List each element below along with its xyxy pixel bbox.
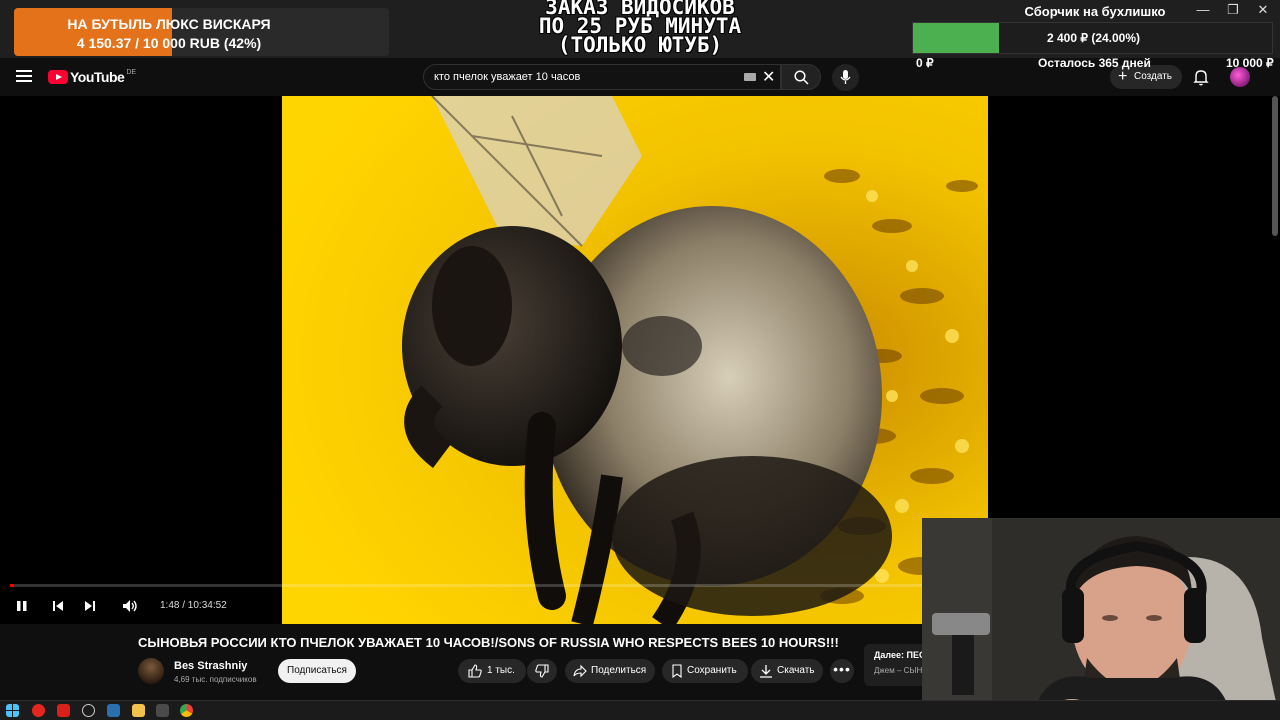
minimize-button[interactable]: — [1188,2,1218,17]
previous-icon[interactable] [48,598,68,614]
bell-icon[interactable] [1192,68,1210,86]
obs-icon[interactable] [156,704,169,717]
up-next-label: Далее: ПЕС [874,650,926,660]
donation-progress-text: 4 150.37 / 10 000 RUB (42%) [76,35,262,51]
download-button[interactable]: Скачать [751,659,823,683]
thumbs-down-icon [535,664,549,678]
channel-avatar[interactable] [138,658,164,684]
streamer-webcam [922,518,1280,720]
share-icon [573,664,587,678]
pause-icon[interactable] [12,598,32,614]
menu-icon[interactable] [16,70,32,82]
volume-icon[interactable] [120,598,140,614]
windows-taskbar [0,700,1280,720]
voice-search-button[interactable] [832,64,859,91]
subscriber-count: 4,69 тыс. подписчиков [174,675,257,684]
promo-line: (ТОЛЬКО ЮТУБ) [557,33,723,57]
fund-remaining-label: Осталось 365 дней [1038,56,1151,70]
thumbs-up-icon [468,664,482,678]
donation-title: НА БУТЫЛЬ ЛЮКС ВИСКАРЯ [67,16,271,32]
save-label: Сохранить [687,665,737,676]
download-icon [760,665,772,678]
search-button[interactable] [781,64,821,90]
search-input[interactable] [434,65,734,89]
donation-goal-widget: НА БУТЫЛЬ ЛЮКС ВИСКАРЯ 4 150.37 / 10 000… [14,8,389,56]
channel-name[interactable]: Bes Strashniy [174,660,247,672]
keyboard-icon[interactable] [744,73,756,81]
fund-min-label: 0 ₽ [916,56,934,70]
subscribe-button[interactable]: Подписаться [278,659,356,683]
chrome-icon[interactable] [180,704,193,717]
time-display: 1:48 / 10:34:52 [160,600,227,611]
account-avatar[interactable] [1230,67,1250,87]
like-count: 1 тыс. [487,665,515,676]
like-button[interactable]: 1 тыс. [458,659,526,683]
logo-text: YouTube [70,69,125,85]
fund-title: Сборчик на бухлишко [1024,4,1166,19]
clock-app-icon[interactable] [82,704,95,717]
mic-icon [840,70,851,84]
yandex-app-icon[interactable] [57,704,70,717]
share-label: Поделиться [591,665,647,676]
fund-progress-bar: 2 400 ₽ (24.00%) [912,22,1273,54]
bee-video-image [282,96,988,624]
fund-max-label: 10 000 ₽ [1226,56,1274,70]
app-icon[interactable] [107,704,120,717]
up-next-subtitle: Джем – СЫН [874,666,923,675]
bookmark-icon [672,664,682,678]
more-actions-button[interactable]: ••• [830,659,854,683]
video-title: СЫНОВЬЯ РОССИИ КТО ПЧЕЛОК УВАЖАЕТ 10 ЧАС… [138,635,839,650]
webcam-image [922,518,1280,720]
clear-icon[interactable]: ✕ [762,67,775,87]
video-progress-played [10,584,14,587]
youtube-logo[interactable]: YouTube DE [48,69,136,85]
download-label: Скачать [777,665,815,676]
region-code: DE [126,68,137,76]
video-frame[interactable] [282,96,988,624]
fund-progress-text: 2 400 ₽ (24.00%) [1046,31,1141,45]
maximize-button[interactable]: ❐ [1218,2,1248,18]
file-explorer-icon[interactable] [132,704,145,717]
dislike-button[interactable] [527,659,557,683]
search-box: ✕ [423,64,781,90]
youtube-play-icon [48,70,68,84]
save-button[interactable]: Сохранить [662,659,748,683]
next-icon[interactable] [80,598,100,614]
share-button[interactable]: Поделиться [565,659,655,683]
search-icon [794,70,809,85]
promo-overlay: ЗАКАЗ ВИДОСИКОВ ПО 25 РУБ МИНУТА (ТОЛЬКО… [490,0,790,57]
windows-start-icon[interactable] [6,704,19,717]
close-window-button[interactable]: ✕ [1248,2,1278,18]
yandex-browser-icon[interactable] [32,704,45,717]
page-scrollbar[interactable] [1272,96,1278,236]
